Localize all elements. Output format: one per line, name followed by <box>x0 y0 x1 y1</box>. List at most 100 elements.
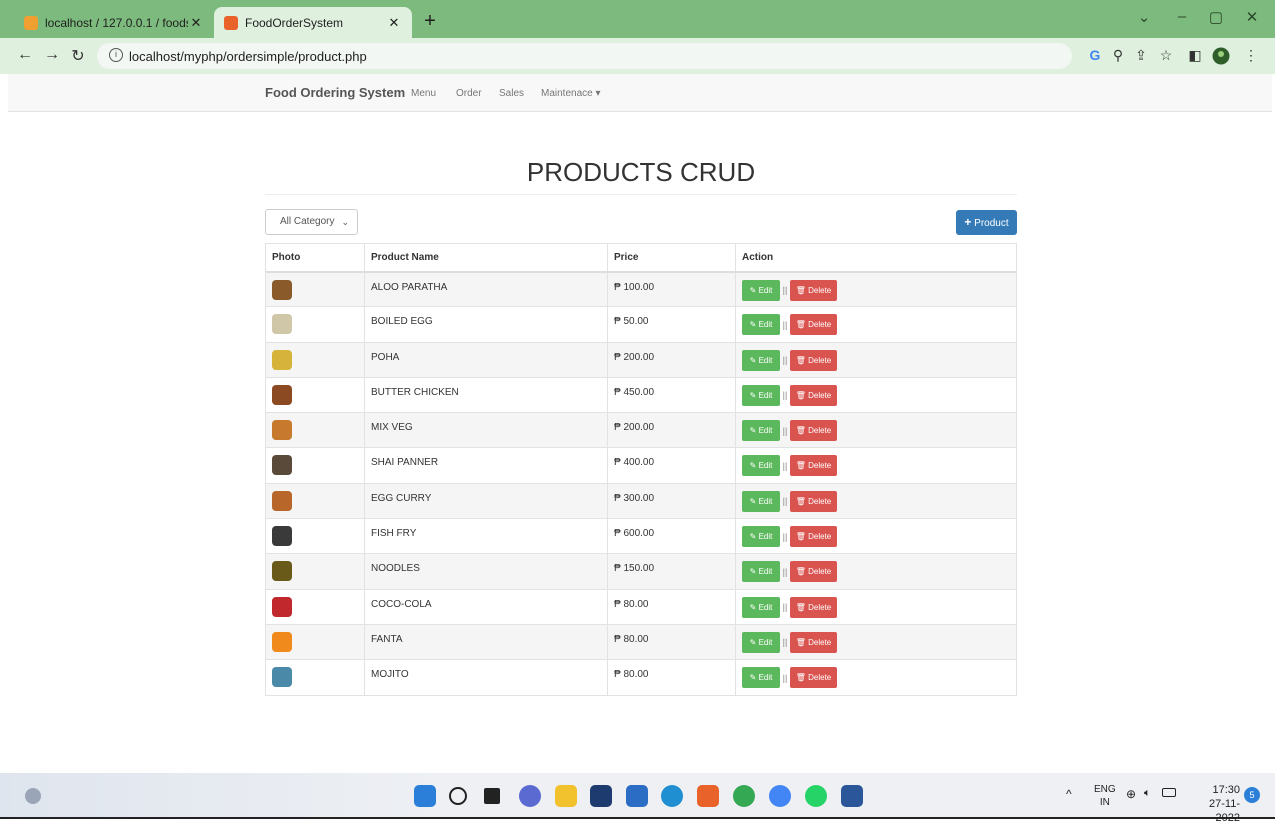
share-icon[interactable]: ⇪ <box>1130 47 1152 64</box>
chrome-icon[interactable] <box>769 785 791 807</box>
xampp-icon[interactable] <box>697 785 719 807</box>
price-cell: ₱ 80.00 <box>607 588 736 625</box>
product-photo <box>272 631 292 652</box>
trash-icon: 🗑︎ <box>795 390 809 400</box>
pencil-icon: ✎ <box>749 567 759 577</box>
minimize-icon[interactable]: – <box>1167 8 1197 25</box>
whatsapp-icon[interactable] <box>805 785 827 807</box>
price-cell: ₱ 450.00 <box>607 376 736 414</box>
back-arrow-icon[interactable]: ← <box>15 46 35 64</box>
edge-browser-icon[interactable] <box>661 785 683 807</box>
price-cell: ₱ 600.00 <box>607 518 736 555</box>
url-text[interactable]: localhost/myphp/ordersimple/product.php <box>129 49 367 64</box>
delete-button[interactable]: 🗑︎ Delete <box>790 279 837 301</box>
volume-icon[interactable]: 🔈︎ <box>1144 787 1151 800</box>
notification-badge[interactable]: 5 <box>1244 787 1260 803</box>
google-lens-icon[interactable]: G <box>1084 47 1106 63</box>
edit-button[interactable]: ✎ Edit <box>742 314 780 336</box>
edit-button[interactable]: ✎ Edit <box>742 279 780 301</box>
file-explorer-icon[interactable] <box>555 785 577 807</box>
product-photo <box>272 455 292 476</box>
address-bar[interactable]: i localhost/myphp/ordersimple/product.ph… <box>97 43 1072 69</box>
word-icon[interactable] <box>841 785 863 807</box>
edit-button[interactable]: ✎ Edit <box>742 596 780 618</box>
price-cell: ₱ 50.00 <box>607 306 736 343</box>
product-name-cell: SHAI PANNER <box>364 447 608 484</box>
edit-button[interactable]: ✎ Edit <box>742 561 780 583</box>
more-menu-icon[interactable]: ⋮ <box>1240 47 1262 64</box>
nav-dropdown-maintenance[interactable]: Maintenace ▾ <box>541 88 601 99</box>
delete-button[interactable]: 🗑︎ Delete <box>790 384 837 406</box>
windows-start-icon[interactable] <box>414 785 436 807</box>
table-row: FANTA ₱ 80.00 ✎ Edit || 🗑︎ Delete <box>265 623 1017 661</box>
tab-title: localhost / 127.0.0.1 / foodsys / c <box>45 15 188 30</box>
delete-button[interactable]: 🗑︎ Delete <box>790 455 837 477</box>
action-separator: || <box>782 531 788 542</box>
edit-button[interactable]: ✎ Edit <box>742 631 780 653</box>
window-close-icon[interactable]: ✕ <box>1237 8 1267 26</box>
product-photo <box>272 279 292 300</box>
new-tab-button[interactable]: + <box>418 10 442 34</box>
search-icon[interactable] <box>449 787 467 805</box>
profile-avatar-icon[interactable] <box>1210 47 1232 68</box>
language-indicator[interactable]: ENG IN <box>1094 783 1116 809</box>
product-name-cell: COCO-COLA <box>364 588 608 625</box>
delete-button[interactable]: 🗑︎ Delete <box>790 420 837 442</box>
nav-link-menu[interactable]: Menu <box>411 88 436 99</box>
tray-overflow-chevron-icon[interactable]: ^ <box>1066 787 1072 801</box>
edit-button[interactable]: ✎ Edit <box>742 455 780 477</box>
delete-label: Delete <box>808 602 832 612</box>
delete-button[interactable]: 🗑︎ Delete <box>790 561 837 583</box>
battery-icon[interactable] <box>1162 788 1176 797</box>
tab-search-chevron-icon[interactable]: ⌄ <box>1129 8 1159 26</box>
clock[interactable]: 17:30 27-11-2022 <box>1200 783 1240 825</box>
learning-app-icon[interactable] <box>626 785 648 807</box>
action-separator: || <box>782 672 788 683</box>
photo-cell <box>265 341 365 378</box>
task-view-icon[interactable] <box>484 788 500 804</box>
edit-button[interactable]: ✎ Edit <box>742 384 780 406</box>
delete-button[interactable]: 🗑︎ Delete <box>790 490 837 512</box>
close-tab-icon[interactable]: ✕ <box>188 15 204 31</box>
delete-button[interactable]: 🗑︎ Delete <box>790 596 837 618</box>
edit-label: Edit <box>758 285 773 295</box>
edit-button[interactable]: ✎ Edit <box>742 490 780 512</box>
action-separator: || <box>782 460 788 471</box>
delete-button[interactable]: 🗑︎ Delete <box>790 314 837 336</box>
pencil-icon: ✎ <box>749 426 759 436</box>
category-filter-select[interactable]: All Category ⌄ <box>265 209 358 235</box>
trash-icon: 🗑︎ <box>795 532 809 542</box>
nav-link-order[interactable]: Order <box>456 88 482 99</box>
mail-icon[interactable] <box>590 785 612 807</box>
tab-foodordersystem[interactable]: FoodOrderSystem ✕ <box>214 7 412 38</box>
brand-link[interactable]: Food Ordering System <box>265 85 405 100</box>
delete-button[interactable]: 🗑︎ Delete <box>790 526 837 548</box>
network-icon[interactable]: ⊕ <box>1126 787 1136 801</box>
product-photo <box>272 420 292 441</box>
chat-icon[interactable] <box>519 785 541 807</box>
nav-link-sales[interactable]: Sales <box>499 88 524 99</box>
side-panel-icon[interactable]: ◧ <box>1184 47 1206 64</box>
tab-phpmyadmin[interactable]: localhost / 127.0.0.1 / foodsys / c ✕ <box>14 7 214 38</box>
maximize-icon[interactable]: ▢ <box>1201 8 1231 26</box>
delete-button[interactable]: 🗑︎ Delete <box>790 631 837 653</box>
add-product-button[interactable]: + Product <box>956 210 1017 235</box>
delete-button[interactable]: 🗑︎ Delete <box>790 667 837 689</box>
edit-button[interactable]: ✎ Edit <box>742 667 780 689</box>
widgets-weather-icon[interactable] <box>25 788 41 804</box>
forward-arrow-icon[interactable]: → <box>42 46 62 64</box>
bookmark-star-icon[interactable]: ☆ <box>1155 47 1177 64</box>
close-tab-icon[interactable]: ✕ <box>386 15 402 31</box>
edit-button[interactable]: ✎ Edit <box>742 526 780 548</box>
delete-button[interactable]: 🗑︎ Delete <box>790 349 837 371</box>
chrome-profile-icon[interactable] <box>733 785 755 807</box>
photo-cell <box>265 306 365 343</box>
price-cell: ₱ 200.00 <box>607 412 736 449</box>
site-info-icon[interactable]: i <box>109 48 123 62</box>
edit-button[interactable]: ✎ Edit <box>742 349 780 371</box>
edit-button[interactable]: ✎ Edit <box>742 420 780 442</box>
action-cell: ✎ Edit || 🗑︎ Delete <box>735 447 1017 484</box>
zoom-icon[interactable]: ⚲ <box>1107 47 1129 64</box>
reload-icon[interactable]: ↻ <box>68 46 88 66</box>
browser-tab-strip: localhost / 127.0.0.1 / foodsys / c ✕ Fo… <box>0 0 1275 38</box>
